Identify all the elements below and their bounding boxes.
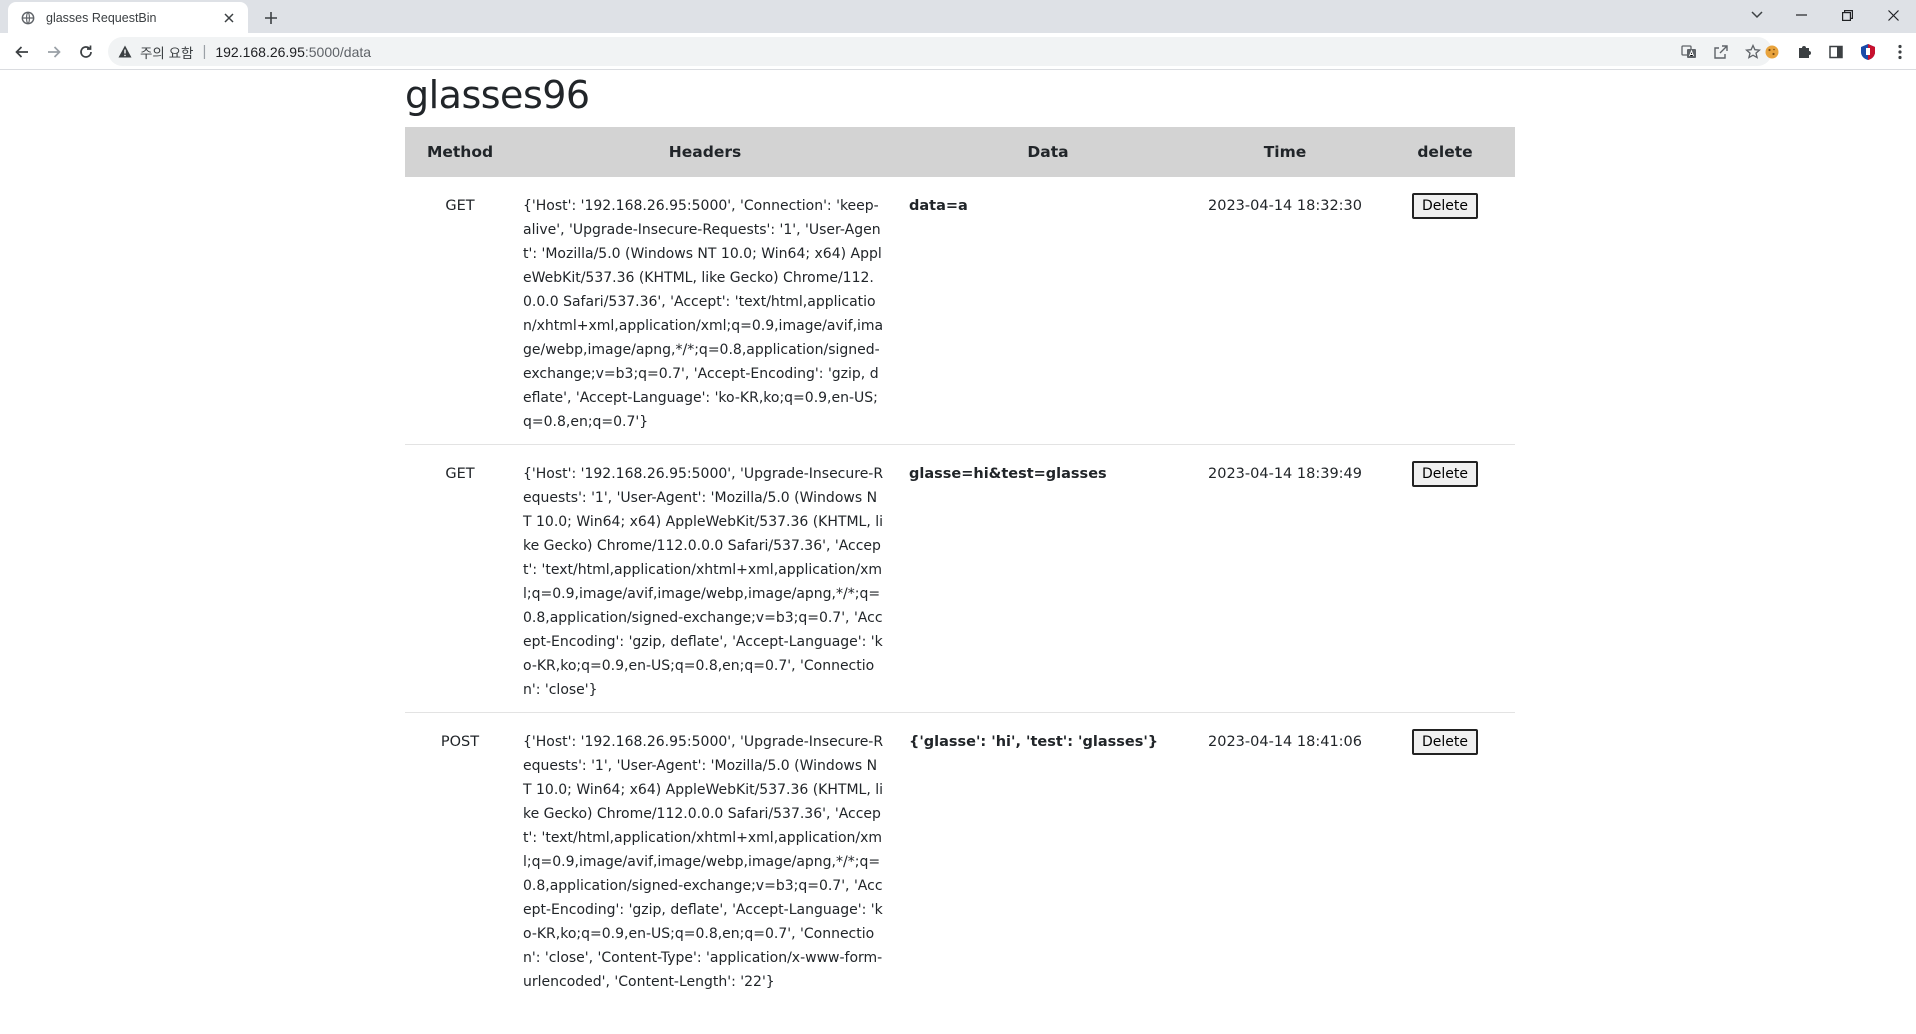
reload-icon[interactable] (72, 38, 100, 66)
cell-data: glasse=hi&test=glasses (895, 444, 1195, 713)
table-row: POST {'Host': '192.168.26.95:5000', 'Upg… (405, 713, 1515, 1005)
globe-icon (20, 10, 36, 26)
browser-toolbar: 주의 요함 | 192.168.26.95:5000/data (0, 33, 1916, 70)
headers-text: {'Host': '192.168.26.95:5000', 'Connecti… (523, 198, 884, 430)
chevron-down-icon[interactable] (1744, 4, 1770, 26)
restore-icon[interactable] (1824, 0, 1870, 30)
omnibox-actions (1678, 37, 1764, 66)
puzzle-icon[interactable] (1788, 38, 1820, 66)
delete-button[interactable]: Delete (1412, 729, 1478, 755)
profile-icon[interactable] (1852, 38, 1884, 66)
cell-time: 2023-04-14 18:32:30 (1195, 177, 1375, 445)
delete-button[interactable]: Delete (1412, 461, 1478, 487)
cell-headers: {'Host': '192.168.26.95:5000', 'Connecti… (515, 177, 895, 445)
extensions-area (1756, 38, 1916, 66)
cell-data: data=a (895, 177, 1195, 445)
column-header-delete: delete (1375, 127, 1515, 177)
page-title: glasses96 (405, 73, 590, 117)
column-header-headers: Headers (515, 127, 895, 177)
table-row: GET {'Host': '192.168.26.95:5000', 'Upgr… (405, 444, 1515, 713)
column-header-data: Data (895, 127, 1195, 177)
forward-arrow-icon[interactable] (40, 38, 68, 66)
column-header-time: Time (1195, 127, 1375, 177)
plus-icon[interactable] (258, 5, 284, 31)
cell-time: 2023-04-14 18:41:06 (1208, 734, 1362, 750)
security-status-label[interactable]: 주의 요함 (140, 42, 193, 62)
share-icon[interactable] (1710, 41, 1732, 63)
cell-delete: Delete (1375, 713, 1515, 1005)
close-icon[interactable] (1870, 0, 1916, 30)
page-content: glasses96 Method Headers Data Time delet… (0, 71, 1916, 1034)
cookie-icon[interactable] (1756, 38, 1788, 66)
translate-icon[interactable] (1678, 41, 1700, 63)
cell-headers: {'Host': '192.168.26.95:5000', 'Upgrade-… (515, 444, 895, 713)
delete-button[interactable]: Delete (1412, 193, 1478, 219)
cell-method: POST (440, 734, 480, 750)
cell-data: {'glasse': 'hi', 'test': 'glasses'} (909, 734, 1159, 750)
cell-time: 2023-04-14 18:39:49 (1195, 444, 1375, 713)
cell-method: GET (405, 444, 515, 713)
address-bar[interactable]: 주의 요함 | 192.168.26.95:5000/data (108, 37, 1772, 66)
requests-table: Method Headers Data Time delete GET {'Ho… (405, 127, 1515, 1004)
close-icon[interactable] (220, 9, 238, 27)
url-path: :5000/data (304, 43, 372, 60)
warning-triangle-icon[interactable] (118, 45, 132, 58)
cell-delete: Delete (1375, 444, 1515, 713)
kebab-menu-icon[interactable] (1884, 38, 1916, 66)
window-controls (1778, 0, 1916, 30)
browser-tab-active[interactable]: glasses RequestBin (8, 2, 248, 33)
browser-tabstrip: glasses RequestBin (0, 0, 1916, 33)
url-host: 192.168.26.95 (215, 43, 305, 60)
tab-title: glasses RequestBin (46, 10, 157, 25)
cell-method: GET (405, 177, 515, 445)
table-row: GET {'Host': '192.168.26.95:5000', 'Conn… (405, 177, 1515, 445)
headers-text: {'Host': '192.168.26.95:5000', 'Upgrade-… (523, 466, 884, 698)
url-separator: | (202, 43, 207, 60)
headers-text: {'Host': '192.168.26.95:5000', 'Upgrade-… (523, 734, 884, 990)
cell-headers: {'Host': '192.168.26.95:5000', 'Upgrade-… (515, 713, 895, 1005)
table-header-row: Method Headers Data Time delete (405, 127, 1515, 177)
cell-delete: Delete (1375, 177, 1515, 445)
minimize-icon[interactable] (1778, 0, 1824, 30)
back-arrow-icon[interactable] (8, 38, 36, 66)
side-panel-icon[interactable] (1820, 38, 1852, 66)
column-header-method: Method (405, 127, 515, 177)
